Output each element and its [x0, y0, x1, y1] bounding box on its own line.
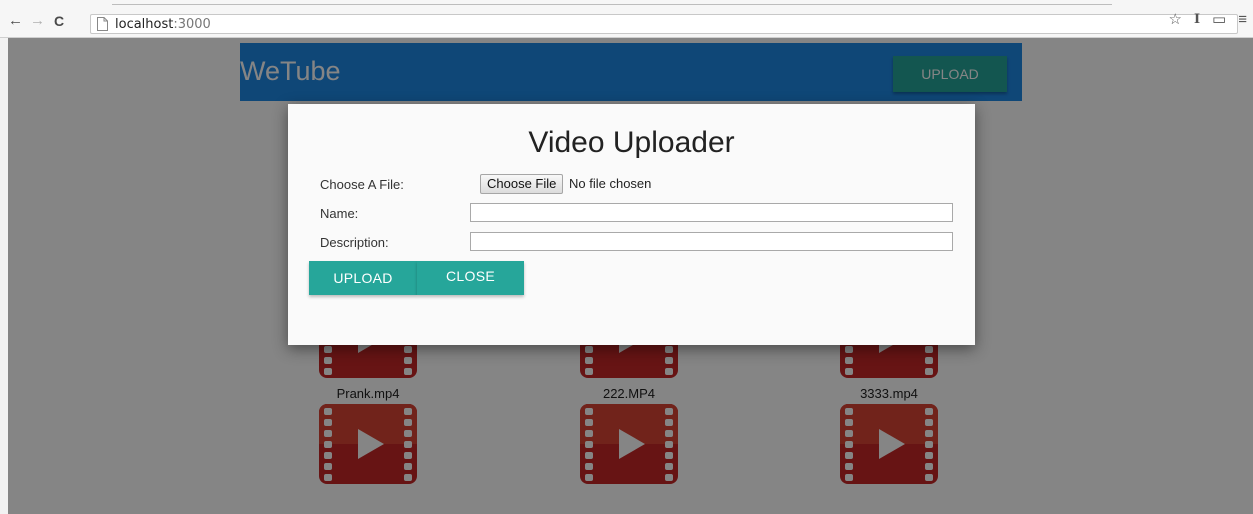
- file-status: No file chosen: [569, 176, 652, 191]
- browser-toolbar: ← → C localhost:3000 ☆ I ▭ ≡: [0, 0, 1253, 38]
- browser-actions: ☆ I ▭ ≡: [1169, 12, 1248, 28]
- modal-title: Video Uploader: [528, 126, 735, 159]
- page-icon: [97, 17, 108, 31]
- url-host: localhost: [115, 17, 174, 32]
- url-text[interactable]: localhost:3000: [115, 16, 211, 33]
- page-viewport: WeTube UPLOAD Prank.mp4 222.MP4 3333.mp4 V…: [8, 38, 1253, 514]
- reload-icon[interactable]: C: [54, 13, 64, 29]
- name-label: Name:: [320, 206, 359, 221]
- tab-strip: [112, 4, 1112, 7]
- file-label: Choose A File:: [320, 177, 404, 192]
- cast-icon[interactable]: ▭: [1212, 12, 1226, 28]
- bookmark-star-icon[interactable]: ☆: [1169, 12, 1182, 28]
- description-input[interactable]: [470, 232, 953, 251]
- back-icon[interactable]: ←: [8, 13, 23, 29]
- address-bar[interactable]: localhost:3000: [90, 14, 1238, 34]
- menu-icon[interactable]: ≡: [1238, 12, 1247, 28]
- forward-icon[interactable]: →: [30, 13, 45, 29]
- name-input[interactable]: [470, 203, 953, 222]
- url-port: :3000: [173, 17, 211, 32]
- choose-file-button[interactable]: Choose File: [480, 174, 564, 194]
- modal-close-button[interactable]: CLOSE: [417, 261, 524, 295]
- upload-modal: Video Uploader Choose A File: Choose Fil…: [288, 104, 975, 345]
- modal-upload-button[interactable]: UPLOAD: [309, 261, 417, 295]
- description-label: Description:: [320, 235, 389, 250]
- extension-icon[interactable]: I: [1194, 12, 1200, 28]
